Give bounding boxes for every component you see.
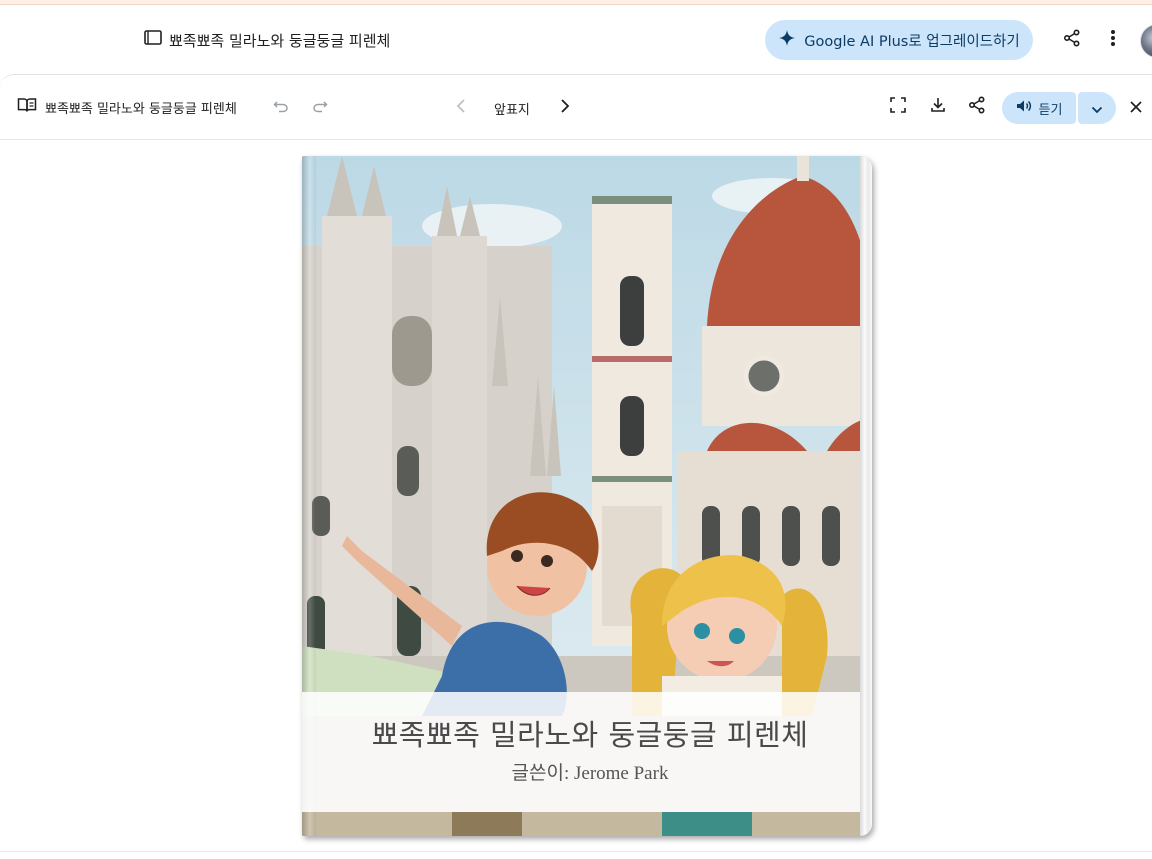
share-button[interactable] xyxy=(1056,24,1088,56)
toolbar-title-area: 뾰족뾰족 밀라노와 둥글둥글 피렌체 xyxy=(17,97,237,117)
close-button[interactable] xyxy=(1120,91,1152,123)
upgrade-button-label: Google AI Plus로 업그레이드하기 xyxy=(804,33,1020,50)
document-title: 뾰족뾰족 밀라노와 둥글둥글 피렌체 xyxy=(169,31,391,50)
download-button[interactable] xyxy=(922,91,954,123)
open-book-icon xyxy=(17,97,37,117)
redo-button[interactable] xyxy=(304,91,336,123)
download-icon xyxy=(930,97,946,117)
undo-button[interactable] xyxy=(265,91,297,123)
page-label: 앞표지 xyxy=(494,103,530,118)
book-outline-icon xyxy=(143,29,163,51)
toolbar-share-button[interactable] xyxy=(961,91,993,123)
listen-button[interactable]: 듣기 xyxy=(1002,92,1076,124)
listen-options-button[interactable] xyxy=(1078,92,1116,124)
fullscreen-icon xyxy=(890,97,906,117)
reader-toolbar: 뾰족뾰족 밀라노와 둥글둥글 피렌체 앞표지 듣기 xyxy=(0,75,1152,140)
chevron-left-icon xyxy=(456,98,466,117)
cover-title: 뾰족뾰족 밀라노와 둥글둥글 피렌체 xyxy=(371,718,809,752)
book-cover: 뾰족뾰족 밀라노와 둥글둥글 피렌체 글쓴이: Jerome Park xyxy=(302,156,872,836)
fullscreen-button[interactable] xyxy=(882,91,914,123)
share-icon xyxy=(968,96,986,118)
listen-control: 듣기 xyxy=(1002,92,1116,124)
toolbar-book-title: 뾰족뾰족 밀라노와 둥글둥글 피렌체 xyxy=(45,101,237,117)
cover-author: 글쓴이: Jerome Park xyxy=(511,763,669,784)
undo-icon xyxy=(273,98,289,117)
share-icon xyxy=(1063,29,1081,51)
listen-button-label: 듣기 xyxy=(1038,102,1063,118)
avatar[interactable] xyxy=(1140,24,1152,58)
top-bar: 뾰족뾰족 밀라노와 둥글둥글 피렌체 Google AI Plus로 업그레이드… xyxy=(0,5,1152,73)
upgrade-button[interactable]: Google AI Plus로 업그레이드하기 xyxy=(765,20,1033,60)
document-title-area[interactable]: 뾰족뾰족 밀라노와 둥글둥글 피렌체 xyxy=(143,29,390,51)
speaker-icon xyxy=(1016,99,1032,117)
next-page-button[interactable] xyxy=(549,91,581,123)
panel-bottom-divider xyxy=(0,851,1152,852)
chevron-down-icon xyxy=(1091,99,1103,118)
more-options-button[interactable] xyxy=(1097,24,1129,56)
close-icon xyxy=(1130,98,1142,117)
redo-icon xyxy=(312,98,328,117)
previous-page-button[interactable] xyxy=(445,91,477,123)
chevron-right-icon xyxy=(560,98,570,117)
more-vert-icon xyxy=(1110,29,1116,51)
sparkle-icon xyxy=(778,29,796,51)
